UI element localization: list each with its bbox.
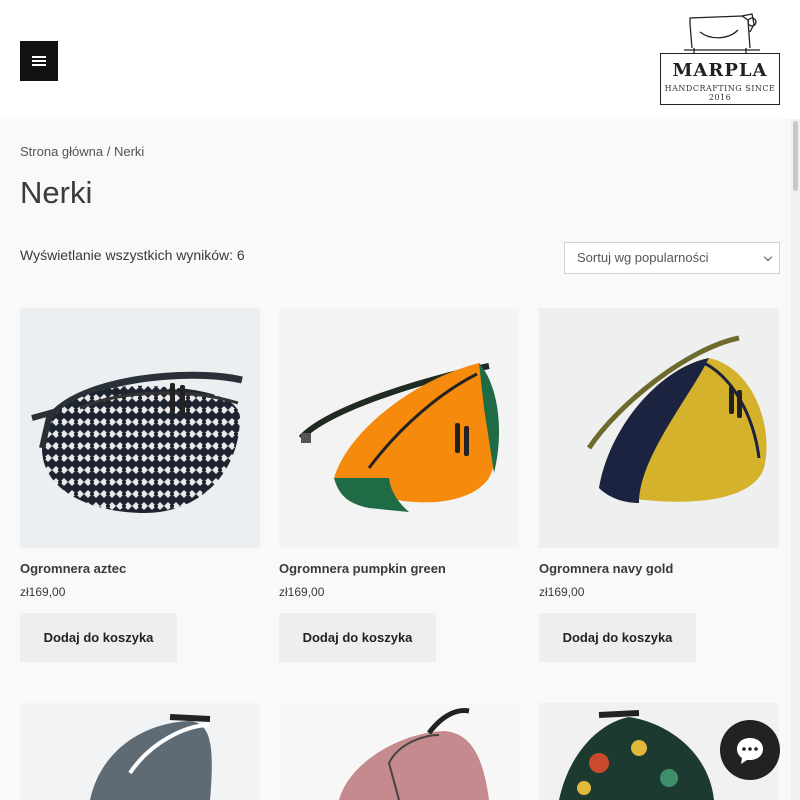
add-to-cart-button[interactable]: Dodaj do koszyka	[20, 613, 177, 662]
product-price: zł169,00	[539, 585, 585, 599]
scrollbar-thumb[interactable]	[793, 121, 798, 191]
sort-dropdown[interactable]: Sortuj wg popularności	[564, 242, 780, 274]
sort-selected-value: Sortuj wg popularności	[577, 250, 709, 265]
sewing-machine-icon	[684, 13, 760, 53]
product-price: zł169,00	[279, 585, 325, 599]
breadcrumb-home-link[interactable]: Strona główna	[20, 144, 103, 159]
add-to-cart-button[interactable]: Dodaj do koszyka	[539, 613, 696, 662]
page-scrollbar[interactable]	[791, 119, 800, 800]
result-count: Wyświetlanie wszystkich wyników: 6	[20, 247, 245, 263]
product-image[interactable]	[539, 308, 779, 548]
site-logo[interactable]: MARPLA HANDCRAFTING SINCE 2016	[660, 10, 780, 106]
product-image[interactable]	[279, 703, 519, 800]
breadcrumb-current: Nerki	[113, 144, 145, 159]
add-to-cart-button[interactable]: Dodaj do koszyka	[279, 613, 436, 662]
chevron-down-icon	[763, 252, 773, 262]
logo-tagline: HANDCRAFTING SINCE 2016	[664, 84, 776, 102]
hamburger-icon	[32, 56, 46, 58]
chat-bubble-icon	[737, 738, 763, 764]
product-image[interactable]	[20, 308, 260, 548]
site-header: MARPLA HANDCRAFTING SINCE 2016	[0, 0, 800, 119]
product-image[interactable]	[279, 308, 519, 548]
page-title: Nerki	[20, 175, 93, 210]
product-name[interactable]: Ogromnera pumpkin green	[279, 561, 446, 576]
breadcrumb: Strona główna / Nerki	[20, 144, 144, 159]
breadcrumb-separator: /	[103, 144, 114, 159]
logo-name: MARPLA	[672, 60, 768, 81]
chat-button[interactable]	[720, 720, 780, 780]
menu-toggle-button[interactable]	[20, 41, 58, 81]
product-price: zł169,00	[20, 585, 66, 599]
product-image[interactable]	[20, 703, 260, 800]
product-name[interactable]: Ogromnera navy gold	[539, 561, 673, 576]
product-name[interactable]: Ogromnera aztec	[20, 561, 126, 576]
